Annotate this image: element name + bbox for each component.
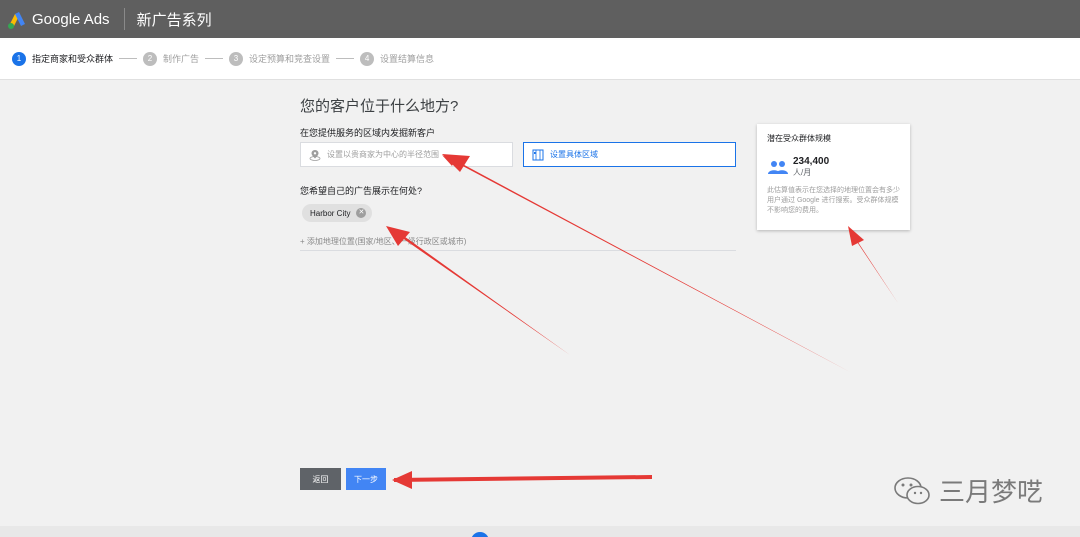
location-pin-icon	[309, 149, 321, 161]
audience-size-unit: 人/月	[793, 168, 812, 177]
step-label: 制作广告	[163, 54, 200, 64]
annotation-arrows	[386, 154, 898, 489]
location-chip: Harbor City ✕	[302, 204, 373, 222]
specific-area-option[interactable]: 设置具体区域	[523, 142, 736, 167]
step-1[interactable]: 1 指定商家和受众群体	[12, 51, 114, 66]
step-label: 设定预算和竞查设置	[249, 54, 331, 64]
audience-size-value: 234,400	[793, 156, 830, 167]
add-location-underline	[300, 250, 736, 251]
arrow-to-reach-card	[848, 226, 898, 303]
back-button[interactable]: 返回	[300, 468, 341, 490]
add-location-link[interactable]: + 添加地理位置(国家/地区、一级行政区或城市)	[300, 236, 466, 247]
bottom-strip	[0, 526, 1080, 537]
ad-display-label: 您希望自己的广告展示在何处?	[300, 186, 423, 196]
step-number: 1	[12, 51, 26, 66]
step-3[interactable]: 3 设定预算和竞查设置	[229, 51, 331, 66]
location-question: 您的客户位于什么地方?	[300, 98, 459, 115]
radius-option[interactable]: 设置以贵商家为中心的半径范围	[300, 142, 513, 167]
step-4[interactable]: 4 设置结算信息	[360, 51, 435, 66]
top-bar: Google Ads 新广告系列	[0, 0, 1080, 38]
page-title: 新广告系列	[136, 11, 212, 29]
radius-option-label: 设置以贵商家为中心的半径范围	[327, 150, 439, 159]
step-number: 2	[143, 51, 158, 66]
step-number: 3	[229, 51, 244, 66]
google-ads-logo-icon[interactable]	[6, 8, 28, 30]
step-label: 设置结算信息	[380, 54, 435, 64]
audience-size-card: 潜在受众群体规模 234,400 人/月 此估算值表示在您选择的地理位置会有多少…	[757, 124, 910, 230]
watermark-text: 三月梦呓	[939, 478, 1044, 508]
map-icon	[532, 149, 544, 161]
audience-size-description: 此估算值表示在您选择的地理位置会有多少用户通过 Google 进行搜索。受众群体…	[767, 187, 900, 214]
step-connector	[119, 58, 138, 59]
location-chip-label: Harbor City	[310, 208, 351, 218]
step-connector	[336, 58, 355, 59]
step-number: 4	[360, 51, 375, 66]
audience-size-row: 234,400 人/月	[767, 156, 900, 178]
brand-name: Google Ads	[32, 10, 110, 28]
serve-area-label: 在您提供服务的区域内发掘新客户	[300, 128, 436, 138]
step-label: 指定商家和受众群体	[32, 54, 114, 64]
specific-area-label: 设置具体区域	[550, 150, 598, 159]
audience-size-title: 潜在受众群体规模	[767, 134, 831, 143]
step-connector	[205, 58, 224, 59]
people-icon	[767, 159, 789, 175]
watermark: 三月梦呓	[893, 472, 1043, 509]
remove-chip-icon[interactable]: ✕	[356, 208, 367, 218]
wechat-icon	[893, 475, 931, 507]
arrow-to-next-button	[392, 471, 652, 489]
next-button[interactable]: 下一步	[346, 468, 386, 490]
stepper: 1 指定商家和受众群体 2 制作广告 3 设定预算和竞查设置 4 设置结算信息	[0, 38, 1080, 80]
step-2[interactable]: 2 制作广告	[143, 51, 200, 66]
header-divider	[123, 8, 125, 30]
